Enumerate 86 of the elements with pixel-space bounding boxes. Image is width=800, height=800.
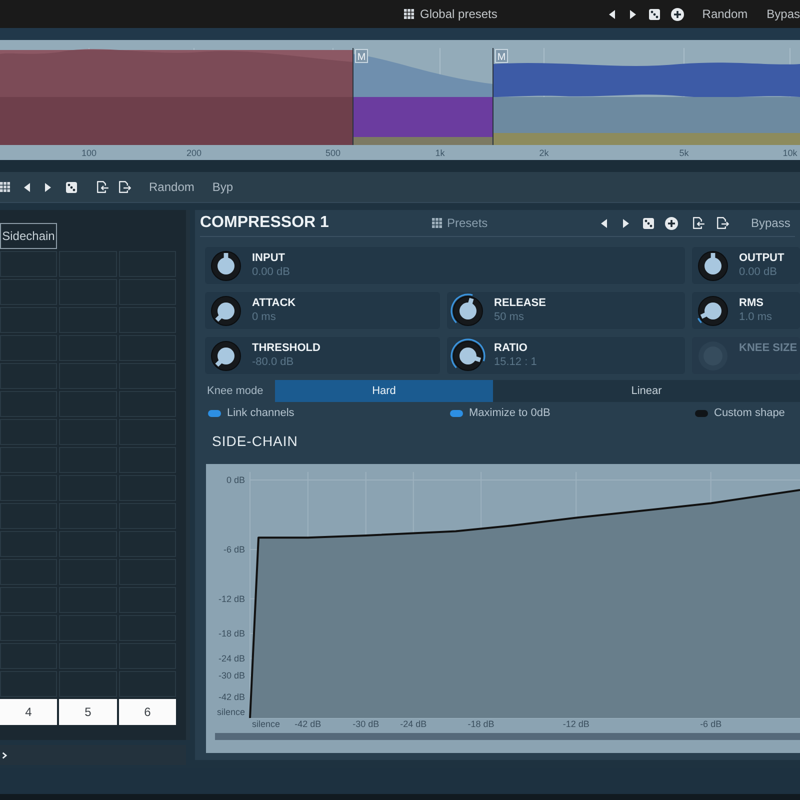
caret-right-icon[interactable] (45, 182, 51, 192)
dice-icon[interactable] (66, 182, 77, 192)
caret-right-icon[interactable] (623, 218, 629, 228)
x-axis-label: -12 dB (562, 719, 590, 729)
section-title: SIDE-CHAIN (212, 432, 298, 451)
caret-left-icon[interactable] (24, 182, 30, 192)
knee-mode-option[interactable]: Hard (275, 380, 493, 402)
document-arrow-right-icon[interactable] (717, 217, 729, 229)
rotary-knob[interactable] (450, 292, 486, 328)
y-axis-label: 0 dB (226, 475, 245, 485)
toggle-label: Link channels (227, 406, 294, 421)
x-axis-label: -42 dB (294, 719, 322, 729)
parameter-value[interactable]: 0 ms (252, 310, 296, 324)
parameter-value[interactable]: -80.0 dB (252, 354, 320, 370)
document-arrow-right-icon[interactable] (119, 181, 131, 193)
toggle-label: Maximize to 0dB (469, 406, 550, 421)
frequency-label: 1k (435, 148, 445, 158)
toggle-switch[interactable] (695, 410, 708, 417)
x-axis-label: silence (252, 719, 280, 729)
parameter-label: KNEE SIZE (739, 342, 798, 354)
y-axis-label: -30 dB (218, 670, 245, 681)
parameter-label: THRESHOLD (252, 342, 320, 354)
horizontal-scrollbar[interactable] (215, 733, 800, 740)
y-axis-label: -18 dB (218, 628, 245, 638)
chevron-right-icon[interactable] (2, 752, 7, 758)
module-title: COMPRESSOR 1 (200, 213, 330, 233)
caret-left-icon[interactable] (601, 218, 607, 228)
dice-icon[interactable] (649, 8, 660, 20)
band-region[interactable] (0, 49, 353, 145)
band-mute-toggle[interactable]: M (355, 49, 368, 63)
sidechain-tab[interactable]: Sidechain (0, 223, 57, 249)
parameter-value[interactable]: 1.0 ms (739, 310, 772, 324)
band-region[interactable] (493, 62, 800, 145)
channel-label: 5 (59, 699, 117, 725)
x-axis-label: -6 dB (700, 719, 722, 729)
bypass-button[interactable]: Bypas (766, 5, 800, 23)
frequency-label: 2k (539, 148, 549, 158)
y-axis-label: -6 dB (223, 544, 245, 554)
plus-circle-icon[interactable] (665, 216, 678, 230)
y-axis-label: -42 dB (218, 692, 245, 702)
y-axis-label: -12 dB (218, 594, 245, 604)
grid-icon (404, 9, 414, 19)
frequency-label: 200 (186, 148, 202, 158)
band-region[interactable] (353, 54, 493, 145)
toggle-switch[interactable] (208, 410, 221, 417)
parameter-value[interactable]: 0.00 dB (739, 264, 784, 280)
parameter-label: RATIO (494, 342, 528, 354)
x-axis-label: -30 dB (352, 719, 380, 729)
frequency-label: 10k (782, 148, 798, 158)
global-presets-button[interactable]: Global presets (404, 5, 500, 23)
plus-circle-icon[interactable] (671, 8, 684, 20)
y-axis-label: silence (216, 707, 245, 717)
dice-icon[interactable] (643, 218, 654, 228)
random-button[interactable]: Random (702, 5, 748, 23)
frequency-label: 100 (81, 148, 97, 158)
presets-button[interactable]: Presets (432, 214, 492, 232)
caret-left-icon[interactable] (609, 10, 616, 18)
parameter-value[interactable]: 50 ms (494, 310, 546, 324)
channel-label: 4 (0, 699, 57, 725)
x-axis-label: -24 dB (400, 719, 427, 729)
channel-label: 6 (119, 699, 176, 725)
toggle-switch[interactable] (450, 410, 463, 417)
random-button[interactable]: Random (149, 178, 194, 196)
toggle-label: Custom shape (714, 406, 785, 421)
parameter-value[interactable]: 15.12 : 1 (494, 354, 537, 370)
parameter-label: INPUT (252, 252, 286, 264)
x-axis-label: -18 dB (468, 719, 494, 729)
y-axis-label: -24 dB (218, 653, 245, 664)
parameter-label: ATTACK (252, 296, 296, 310)
bypass-button[interactable]: Byp (212, 178, 234, 196)
bypass-button[interactable]: Bypass (751, 214, 790, 232)
grid-icon (432, 218, 442, 228)
parameter-label: RELEASE (494, 296, 546, 310)
grid-icon[interactable] (0, 182, 10, 192)
knee-mode-label: Knee mode (206, 384, 264, 399)
caret-right-icon[interactable] (630, 10, 636, 18)
band-mute-toggle[interactable]: M (495, 49, 508, 63)
document-arrow-left-icon[interactable] (693, 217, 705, 229)
knee-mode-option[interactable]: Linear (493, 380, 800, 402)
parameter-label: OUTPUT (739, 252, 784, 264)
frequency-label: 500 (325, 148, 341, 158)
parameter-label: RMS (739, 296, 764, 310)
parameter-value[interactable]: 0.00 dB (252, 264, 290, 280)
rotary-knob[interactable] (450, 338, 486, 374)
frequency-label: 5k (679, 148, 689, 158)
document-arrow-left-icon[interactable] (97, 181, 109, 193)
